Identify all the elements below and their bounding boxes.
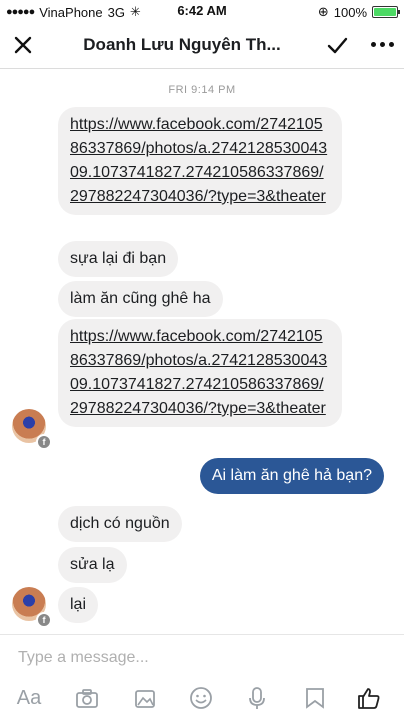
message-timestamp: FRI 9:14 PM [168, 84, 236, 96]
more-options-icon[interactable] [371, 42, 394, 47]
microphone-icon[interactable] [242, 683, 272, 713]
status-bar: ●●●●● VinaPhone 3G ✳ 6:42 AM ⊕ 100% [0, 0, 404, 22]
messenger-badge-icon: f [36, 612, 52, 628]
battery-label: 100% [333, 4, 367, 20]
conversation-title[interactable]: Doanh Lưu Nguyên Th... [52, 35, 312, 55]
sticker-icon[interactable] [300, 683, 330, 713]
rotation-lock-icon: ⊕ [317, 4, 329, 19]
battery-icon [372, 6, 400, 18]
chat-header: Doanh Lưu Nguyên Th... [0, 22, 404, 69]
message-bubble: dịch có nguồn [58, 506, 182, 542]
text-format-label: Aa [16, 686, 42, 709]
thumbs-up-icon[interactable] [354, 683, 384, 713]
camera-icon[interactable] [72, 683, 102, 713]
message-bubble: sửa lạ [58, 547, 127, 583]
message-bubble-link[interactable]: https://www.facebook.com/274210586337869… [58, 107, 342, 215]
emoji-icon[interactable] [186, 683, 216, 713]
status-right: ⊕ 100% [317, 4, 400, 20]
message-input[interactable]: Type a message... [18, 649, 149, 667]
text-format-icon[interactable]: Aa [14, 683, 44, 713]
message-bubble: sựa lại đi bạn [58, 241, 179, 277]
message-bubble: làm ăn cũng ghê ha [58, 281, 223, 317]
message-bubble: lại [58, 587, 99, 623]
message-bubble-link[interactable]: https://www.facebook.com/274210586337869… [58, 319, 342, 427]
message-composer: Type a message... Aa [0, 634, 404, 721]
messenger-badge-icon: f [36, 434, 52, 450]
message-bubble-sent: Ai làm ăn ghê hả bạn? [199, 458, 384, 494]
close-icon[interactable] [12, 34, 34, 56]
check-icon[interactable] [326, 34, 348, 56]
gallery-icon[interactable] [130, 683, 160, 713]
composer-toolbar: Aa [0, 683, 404, 717]
